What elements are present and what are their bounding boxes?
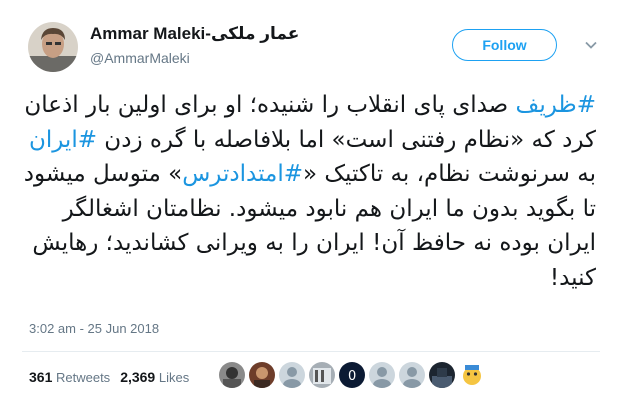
likes-stat[interactable]: 2,369 Likes (120, 369, 190, 385)
chevron-down-icon[interactable] (584, 38, 598, 52)
author-avatar[interactable] (28, 22, 78, 72)
liker-avatar[interactable]: 0 (339, 362, 365, 388)
liker-avatar[interactable] (459, 362, 485, 388)
liker-avatar[interactable] (219, 362, 245, 388)
svg-text:0: 0 (348, 369, 356, 384)
liker-avatar[interactable] (309, 362, 335, 388)
author-name[interactable]: Ammar Maleki-عمار ملکی (90, 24, 299, 44)
tweet-timestamp[interactable]: 3:02 am - 25 Jun 2018 (29, 321, 159, 336)
divider (22, 351, 600, 352)
tweet-stats: 361 Retweets 2,369 Likes (29, 369, 189, 385)
retweets-stat[interactable]: 361 Retweets (29, 369, 111, 385)
follow-button[interactable]: Follow (452, 29, 557, 61)
hashtag-link[interactable]: #ظریف (516, 92, 596, 118)
liker-avatar[interactable] (399, 362, 425, 388)
tweet-text: #ظریف صدای پای انقلاب را شنیده؛ او برای … (22, 88, 596, 295)
author-handle[interactable]: @AmmarMaleki (90, 50, 190, 66)
retweets-label: Retweets (55, 370, 111, 385)
liker-avatar[interactable] (249, 362, 275, 388)
retweets-count: 361 (29, 369, 53, 385)
tweet-card: Ammar Maleki-عمار ملکی @AmmarMaleki Foll… (0, 0, 621, 407)
tweet-text-segment: به سرنوشت نظام، به تاکتیک « (303, 161, 596, 187)
hashtag-link[interactable]: #ایران (29, 127, 97, 153)
likes-count: 2,369 (120, 369, 156, 385)
liker-avatar[interactable] (429, 362, 455, 388)
liker-avatar[interactable] (279, 362, 305, 388)
hashtag-link[interactable]: #امتدادترس (182, 161, 303, 187)
likes-label: Likes (158, 370, 190, 385)
tweet-text-segment: صدای پای انقلاب را شنیده؛ او برای اولین … (24, 92, 596, 153)
liker-avatar[interactable] (369, 362, 395, 388)
